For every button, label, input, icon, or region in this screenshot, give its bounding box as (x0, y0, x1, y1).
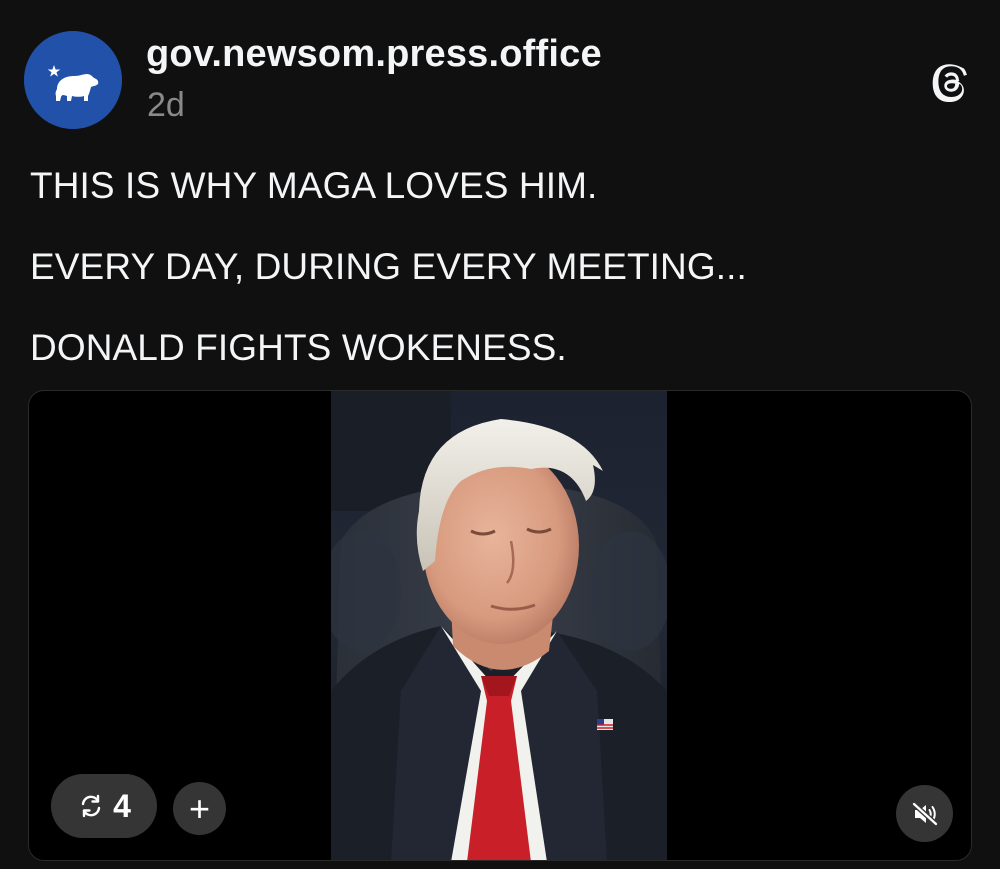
caption-line: EVERY DAY, DURING EVERY MEETING... (30, 246, 747, 287)
repost-count: 4 (113, 787, 131, 824)
post-media-container: 4 + (28, 390, 972, 861)
speaker-muted-icon (911, 801, 938, 826)
video-player[interactable] (331, 391, 667, 860)
add-button[interactable]: + (173, 782, 226, 835)
threads-logo-icon[interactable] (932, 64, 970, 102)
post-caption: THIS IS WHY MAGA LOVES HIM. EVERY DAY, D… (30, 162, 970, 405)
caption-line: DONALD FIGHTS WOKENESS. (30, 327, 567, 368)
caption-line: THIS IS WHY MAGA LOVES HIM. (30, 165, 598, 206)
author-avatar[interactable] (24, 31, 122, 129)
repost-button[interactable]: 4 (51, 774, 157, 838)
mute-toggle-button[interactable] (896, 785, 953, 842)
author-username[interactable]: gov.newsom.press.office (146, 33, 602, 76)
post-timestamp: 2d (147, 86, 185, 124)
repost-icon (81, 794, 101, 818)
california-bear-flag-icon (24, 31, 122, 129)
threads-post: gov.newsom.press.office 2d THIS IS WHY M… (0, 0, 1000, 869)
